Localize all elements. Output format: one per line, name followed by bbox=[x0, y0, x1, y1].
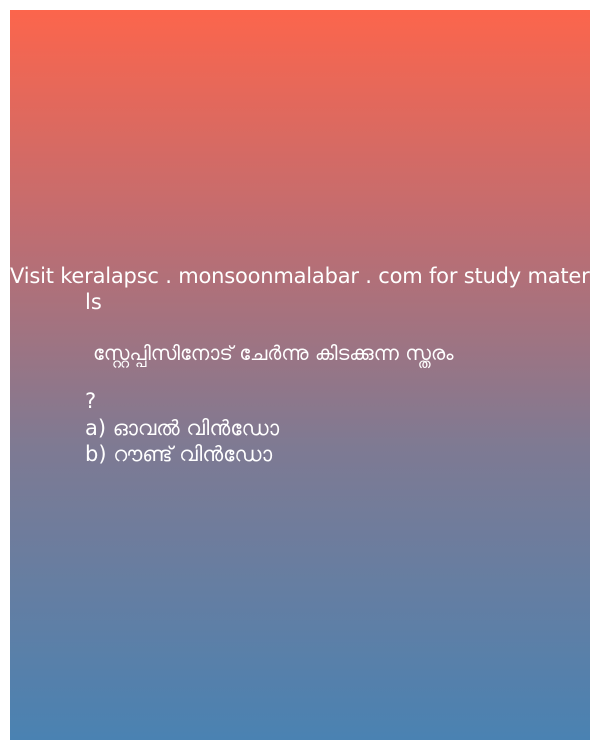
promo-text-line-2: ls bbox=[85, 290, 102, 314]
option-b[interactable]: b) റൗണ്ട് വിൻഡോ bbox=[85, 441, 272, 467]
option-a[interactable]: a) ഓവൽ വിൻഡോ bbox=[85, 415, 279, 441]
question-mark: ? bbox=[85, 389, 97, 413]
question-text: സ്റ്റേപ്പിസിനോട് ചേർന്നു കിടക്കുന്ന സ്തര… bbox=[93, 341, 454, 365]
promo-text-line-1: Visit keralapsc . monsoonmalabar . com f… bbox=[10, 264, 590, 288]
question-card: Visit keralapsc . monsoonmalabar . com f… bbox=[10, 10, 590, 740]
